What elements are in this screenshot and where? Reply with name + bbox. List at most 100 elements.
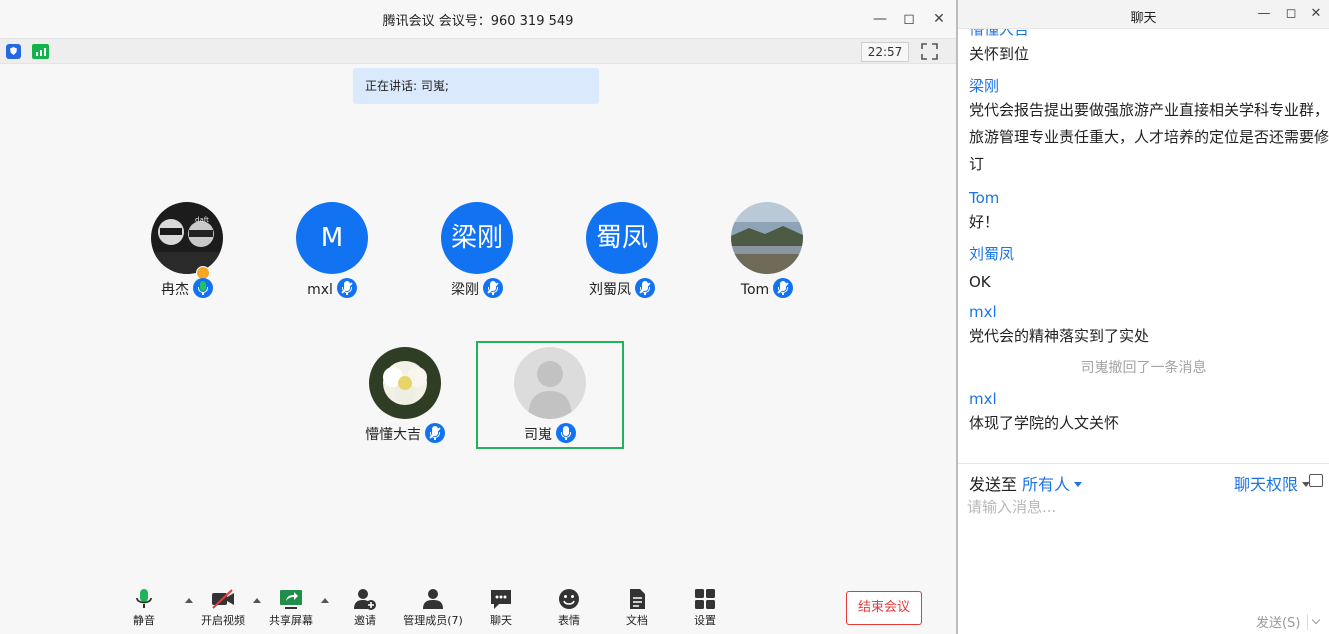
- share-screen-icon: [280, 590, 302, 609]
- mute-label: 静音: [133, 614, 155, 627]
- close-icon[interactable]: ✕: [1306, 4, 1326, 24]
- network-signal-icon[interactable]: [32, 44, 49, 59]
- participant-name: mxl: [307, 282, 333, 298]
- participant-tile[interactable]: M mxl: [259, 202, 405, 310]
- fullscreen-icon[interactable]: [921, 43, 938, 60]
- chat-permission-label: 聊天权限: [1234, 475, 1299, 494]
- add-user-icon: [354, 589, 376, 610]
- participant-tile[interactable]: daft 冉杰: [114, 202, 260, 310]
- chat-message-list[interactable]: 懵懂大吉 关怀到位 梁刚 党代会报告提出要做强旅游产业直接相关学科专业群，旅游管…: [958, 29, 1329, 463]
- avatar: [731, 202, 803, 274]
- message-sender: mxl: [969, 303, 997, 321]
- participant-name: 懵懂大吉: [365, 427, 421, 443]
- start-video-label: 开启视频: [201, 614, 245, 627]
- reaction-button[interactable]: 表情: [549, 588, 589, 628]
- minimize-icon[interactable]: —: [869, 8, 891, 30]
- close-icon[interactable]: ✕: [928, 8, 950, 30]
- message-sender: mxl: [969, 390, 997, 408]
- send-button[interactable]: 发送(S): [1256, 612, 1300, 631]
- message-text: 党代会报告提出要做强旅游产业直接相关学科专业群，旅游管理专业责任重大，人才培养的…: [969, 101, 1329, 173]
- documents-button[interactable]: 文档: [617, 588, 657, 628]
- participant-tile[interactable]: 司嵬: [477, 347, 623, 455]
- meeting-toolbar: 静音 开启视频 共享屏幕 邀请 管理成员(7) 聊天 表情 文档 设置 结束会议: [0, 578, 956, 634]
- documents-label: 文档: [626, 614, 648, 627]
- message-sender: 刘蜀凤: [969, 245, 1015, 263]
- maximize-icon[interactable]: ◻: [1281, 4, 1301, 24]
- maximize-icon[interactable]: ◻: [898, 8, 920, 30]
- svg-text:daft: daft: [195, 216, 209, 224]
- chat-window: 聊天 — ◻ ✕ 懵懂大吉 关怀到位 梁刚 党代会报告提出要做强旅游产业直接相关…: [956, 0, 1329, 634]
- microphone-muted-icon[interactable]: [483, 278, 503, 298]
- chat-label: 聊天: [490, 614, 512, 627]
- message-sender: 懵懂大吉: [969, 29, 1030, 38]
- chat-title-bar: 聊天 — ◻ ✕: [958, 0, 1329, 29]
- settings-grid-icon: [695, 589, 715, 609]
- avatar: [514, 347, 586, 419]
- message-text: 党代会的精神落实到了实处: [969, 327, 1150, 345]
- avatar: daft: [151, 202, 223, 274]
- minimize-icon[interactable]: —: [1254, 4, 1274, 24]
- manage-members-label: 管理成员(7): [403, 614, 463, 627]
- chat-permission-dropdown[interactable]: 聊天权限: [1234, 471, 1311, 495]
- video-off-icon: [212, 589, 234, 609]
- speaking-indicator: 正在讲话: 司嵬;: [353, 68, 599, 104]
- mute-button[interactable]: 静音: [124, 588, 164, 628]
- message-text: 关怀到位: [969, 45, 1030, 63]
- members-icon: [423, 589, 443, 609]
- message-text: 体现了学院的人文关怀: [969, 414, 1120, 432]
- microphone-muted-icon[interactable]: [773, 278, 794, 298]
- avatar: M: [296, 202, 368, 274]
- reaction-label: 表情: [558, 614, 580, 627]
- security-shield-icon[interactable]: [6, 44, 21, 59]
- chat-icon: [491, 590, 511, 609]
- message-text: OK: [969, 273, 991, 291]
- message-sender: 梁刚: [969, 77, 1000, 95]
- message-text: 好！: [969, 213, 1000, 231]
- settings-button[interactable]: 设置: [685, 588, 725, 628]
- participant-name: Tom: [740, 282, 770, 298]
- share-screen-label: 共享屏幕: [269, 614, 313, 627]
- participant-name: 司嵬: [524, 427, 552, 443]
- chat-button[interactable]: 聊天: [481, 588, 521, 628]
- start-video-button[interactable]: 开启视频: [198, 588, 248, 628]
- emoji-icon: [559, 589, 579, 609]
- avatar: 蜀凤: [586, 202, 658, 274]
- participant-tile[interactable]: 蜀凤 刘蜀凤: [549, 202, 695, 310]
- status-bar: 22:57: [0, 38, 956, 64]
- send-to-dropdown[interactable]: 所有人: [1022, 471, 1083, 495]
- video-options-caret[interactable]: [253, 598, 261, 603]
- popout-window-icon[interactable]: [1309, 474, 1323, 487]
- chat-compose-area: 发送至 所有人 聊天权限 发送(S): [958, 463, 1329, 634]
- participant-name: 冉杰: [161, 282, 189, 298]
- document-icon: [630, 589, 645, 609]
- meeting-clock: 22:57: [861, 42, 909, 62]
- avatar: 梁刚: [441, 202, 513, 274]
- meeting-window: 腾讯会议 会议号：960 319 549 — ◻ ✕ 22:57 正在讲话: 司…: [0, 0, 956, 634]
- settings-label: 设置: [694, 614, 716, 627]
- invite-button[interactable]: 邀请: [345, 588, 385, 628]
- participant-tile[interactable]: 梁刚 梁刚: [404, 202, 550, 310]
- send-to-label: 发送至: [969, 475, 1018, 494]
- send-options-chevron-icon[interactable]: [1307, 614, 1323, 630]
- microphone-on-icon[interactable]: [193, 278, 213, 298]
- message-sender: Tom: [969, 189, 1000, 207]
- end-meeting-button[interactable]: 结束会议: [846, 591, 922, 625]
- microphone-muted-icon[interactable]: [425, 423, 445, 443]
- microphone-on-icon[interactable]: [556, 423, 576, 443]
- participant-name: 梁刚: [451, 282, 479, 298]
- recall-notice: 司嵬撤回了一条消息: [1080, 360, 1207, 376]
- meeting-title: 腾讯会议 会议号：960 319 549: [382, 14, 574, 29]
- chevron-down-icon: [1074, 482, 1083, 487]
- microphone-icon: [136, 589, 152, 608]
- microphone-muted-icon[interactable]: [635, 278, 655, 298]
- participant-tile[interactable]: Tom: [694, 202, 840, 310]
- audio-options-caret[interactable]: [185, 598, 193, 603]
- chat-message-input[interactable]: [967, 496, 1322, 596]
- participant-tile[interactable]: 懵懂大吉: [332, 347, 478, 455]
- invite-label: 邀请: [354, 614, 376, 627]
- avatar: [369, 347, 441, 419]
- microphone-muted-icon[interactable]: [336, 278, 357, 298]
- manage-members-button[interactable]: 管理成员(7): [401, 588, 465, 628]
- share-options-caret[interactable]: [321, 598, 329, 603]
- share-screen-button[interactable]: 共享屏幕: [266, 588, 316, 628]
